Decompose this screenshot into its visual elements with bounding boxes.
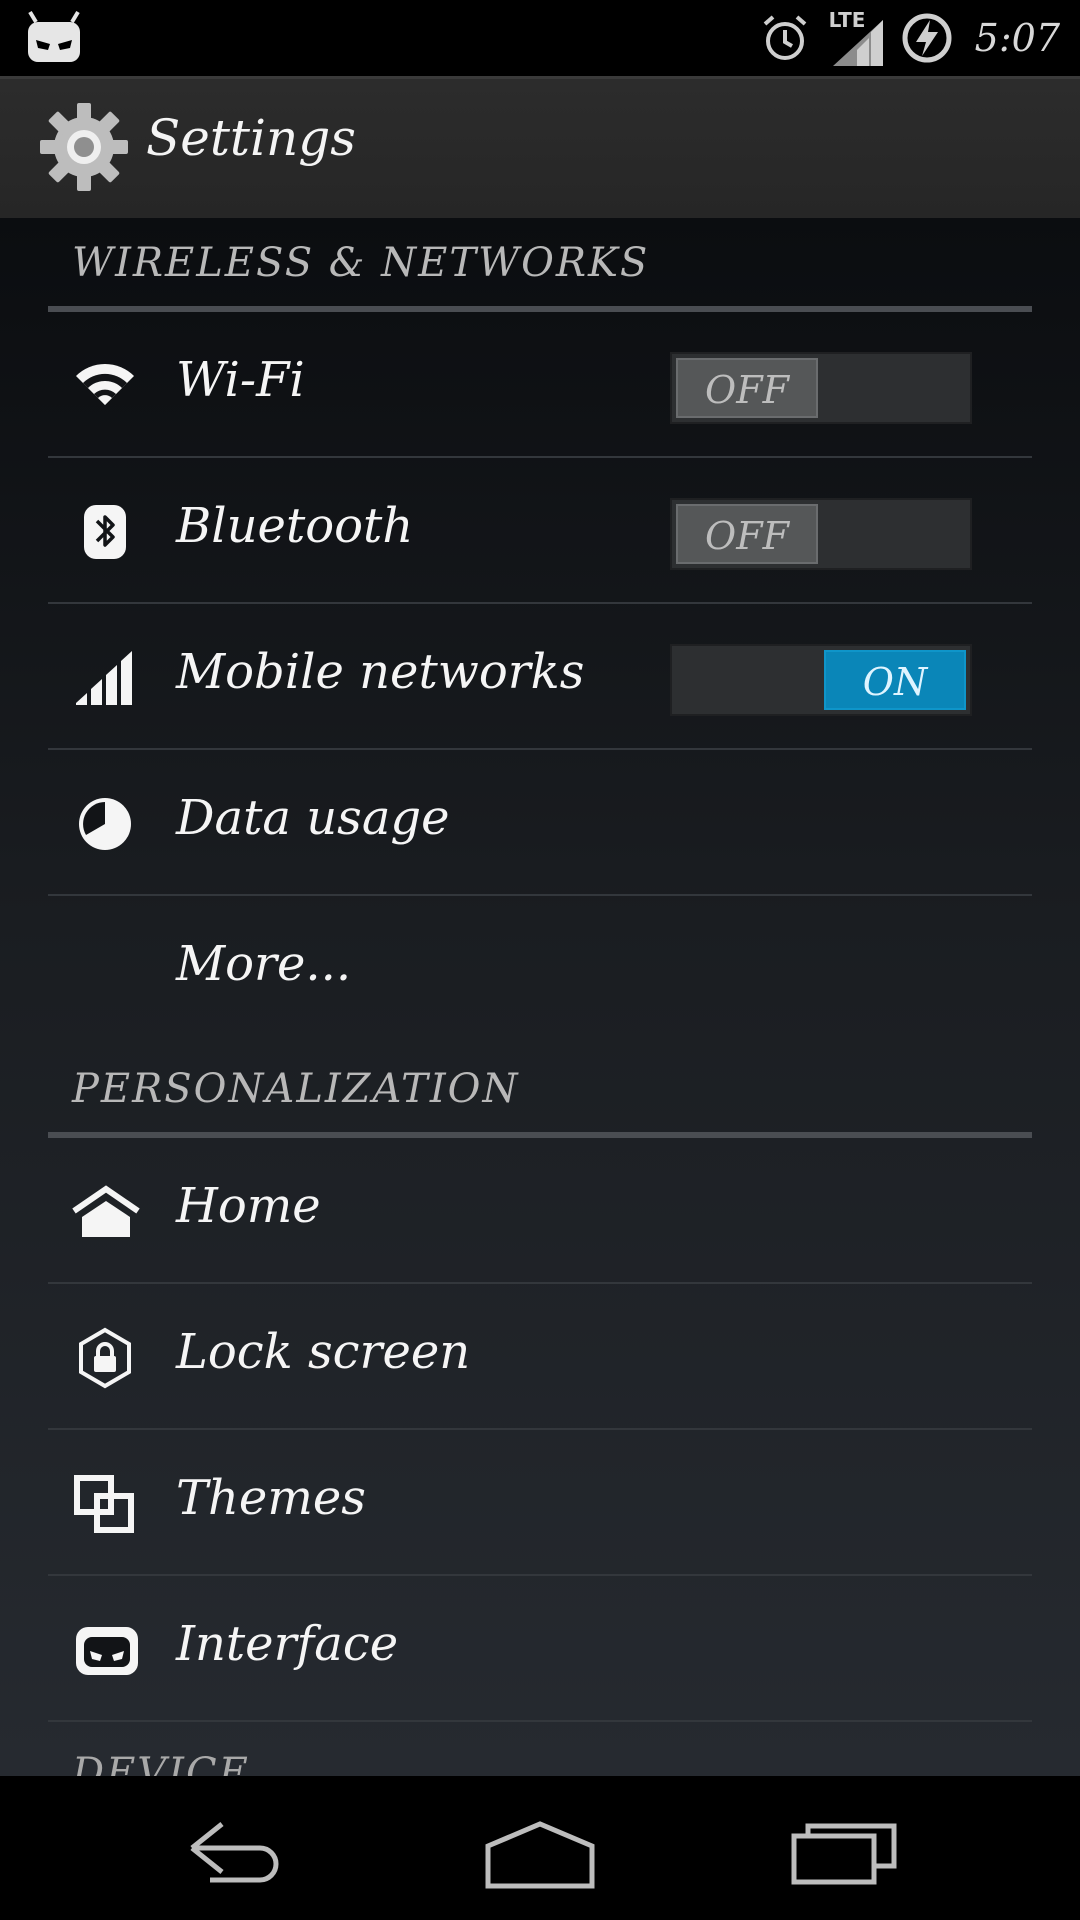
recents-icon[interactable]	[776, 1800, 916, 1896]
data-usage-icon	[79, 798, 131, 850]
settings-item-label: Home	[176, 1178, 321, 1234]
settings-item-lock-screen[interactable]: Lock screen	[48, 1284, 1032, 1430]
section-header-wireless: WIRELESS & NETWORKS	[48, 218, 1032, 312]
signal-bars-icon	[76, 651, 132, 705]
settings-item-label: Mobile networks	[176, 644, 585, 700]
battery-charging-icon	[902, 13, 952, 63]
toggle-state: OFF	[676, 358, 818, 418]
action-bar: Settings	[0, 76, 1080, 218]
section-header-personalization: PERSONALIZATION	[48, 1044, 1032, 1138]
settings-item-interface[interactable]: Interface	[48, 1576, 1032, 1722]
wifi-icon	[76, 363, 134, 405]
bluetooth-icon	[84, 505, 126, 559]
settings-item-home[interactable]: Home	[48, 1138, 1032, 1284]
clock: 5:07	[974, 16, 1060, 60]
toggle-state: ON	[824, 650, 966, 710]
bluetooth-toggle[interactable]: OFF	[670, 498, 972, 570]
settings-gear-icon[interactable]	[38, 101, 130, 193]
toggle-state: OFF	[676, 504, 818, 564]
settings-item-label: Bluetooth	[176, 498, 414, 554]
settings-item-label: More...	[176, 936, 352, 992]
settings-item-bluetooth[interactable]: Bluetooth OFF	[48, 458, 1032, 604]
cyanogenmod-icon	[28, 10, 80, 62]
section-header-device: DEVICE	[72, 1750, 250, 1776]
settings-item-data-usage[interactable]: Data usage	[48, 750, 1032, 896]
status-bar: LTE 5:07	[0, 0, 1080, 76]
home-icon	[72, 1185, 140, 1237]
settings-list[interactable]: WIRELESS & NETWORKS Wi-Fi OFF Bluetooth …	[0, 218, 1080, 1776]
mobile-networks-toggle[interactable]: ON	[670, 644, 972, 716]
settings-item-label: Themes	[176, 1470, 366, 1526]
settings-item-label: Data usage	[176, 790, 450, 846]
settings-item-label: Lock screen	[176, 1324, 471, 1380]
navigation-bar	[0, 1776, 1080, 1920]
interface-icon	[76, 1627, 138, 1675]
section-header-label: WIRELESS & NETWORKS	[72, 240, 650, 286]
page-title: Settings	[146, 109, 356, 167]
lte-signal-icon: LTE	[829, 8, 883, 68]
wifi-toggle[interactable]: OFF	[670, 352, 972, 424]
settings-item-more[interactable]: More...	[48, 896, 1032, 1042]
themes-icon	[74, 1475, 134, 1533]
settings-item-label: Interface	[176, 1616, 399, 1672]
settings-item-themes[interactable]: Themes	[48, 1430, 1032, 1576]
home-nav-icon[interactable]	[470, 1800, 610, 1896]
section-header-label: PERSONALIZATION	[72, 1066, 520, 1112]
back-icon[interactable]	[170, 1800, 310, 1896]
lock-icon	[79, 1327, 131, 1389]
settings-item-mobile-networks[interactable]: Mobile networks ON	[48, 604, 1032, 750]
settings-item-label: Wi-Fi	[176, 352, 305, 408]
settings-item-wifi[interactable]: Wi-Fi OFF	[48, 312, 1032, 458]
alarm-icon	[763, 15, 806, 60]
